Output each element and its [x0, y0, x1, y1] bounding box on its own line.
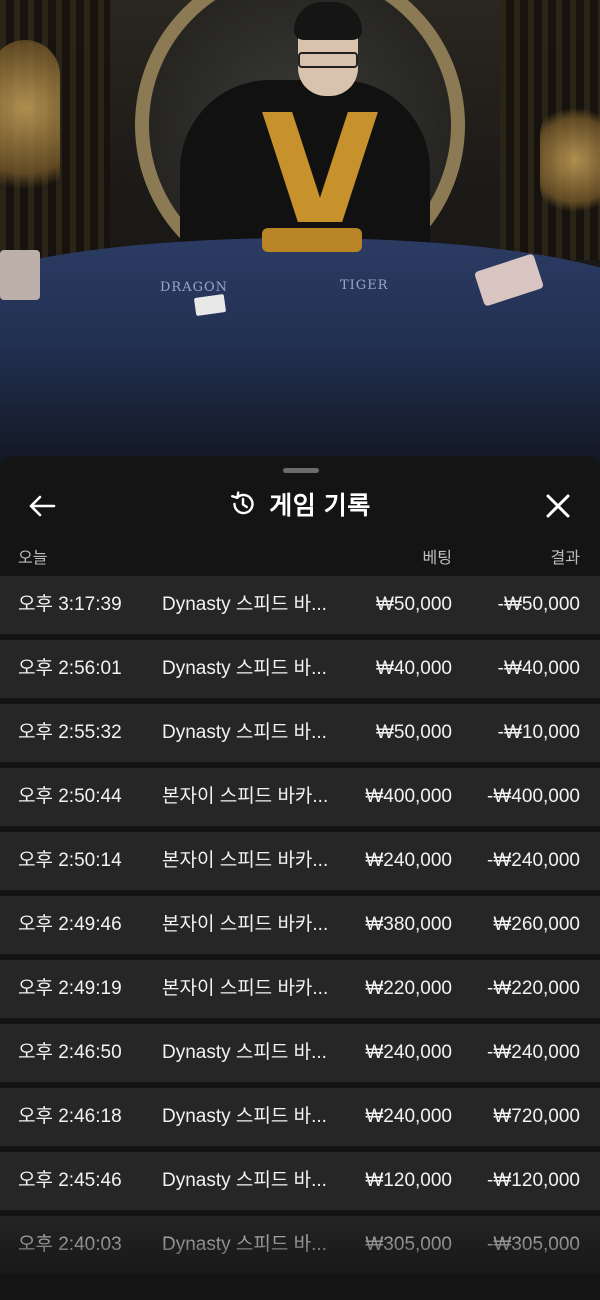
row-game: Dynasty 스피드 바...: [162, 1042, 327, 1063]
row-result: -₩10,000: [497, 722, 580, 743]
back-button[interactable]: [22, 488, 62, 524]
row-bet: ₩240,000: [365, 850, 452, 871]
row-time: 오후 3:17:39: [18, 594, 122, 615]
history-icon: [231, 491, 254, 515]
column-header-date: 오늘: [18, 550, 48, 567]
sheet-title: 게임 기록: [269, 492, 371, 520]
dealer-glasses: [298, 52, 358, 68]
row-bet: ₩240,000: [365, 1106, 452, 1127]
history-row[interactable]: 오후 2:56:01 Dynasty 스피드 바... ₩40,000 -₩40…: [0, 640, 600, 698]
history-row[interactable]: 오후 2:45:46 Dynasty 스피드 바... ₩120,000 -₩1…: [0, 1152, 600, 1210]
close-icon: [546, 494, 570, 518]
row-time: 오후 2:40:03: [18, 1234, 122, 1255]
gold-dragon-right: [540, 100, 600, 220]
row-result: ₩720,000: [493, 1106, 580, 1127]
row-game: 본자이 스피드 바카...: [162, 786, 329, 807]
row-game: 본자이 스피드 바카...: [162, 978, 329, 999]
row-bet: ₩50,000: [375, 594, 452, 615]
row-time: 오후 2:55:32: [18, 722, 122, 743]
column-headers: 오늘 베팅 결과: [0, 544, 600, 568]
row-result: -₩240,000: [487, 1042, 580, 1063]
row-bet: ₩40,000: [375, 658, 452, 679]
history-row[interactable]: 오후 2:50:44 본자이 스피드 바카... ₩400,000 -₩400,…: [0, 768, 600, 826]
row-bet: ₩50,000: [375, 722, 452, 743]
row-game: Dynasty 스피드 바...: [162, 1170, 327, 1191]
row-time: 오후 2:46:18: [18, 1106, 122, 1127]
history-row[interactable]: 오후 2:40:03 Dynasty 스피드 바... ₩305,000 -₩3…: [0, 1216, 600, 1274]
row-result: -₩40,000: [497, 658, 580, 679]
dealer-hair-top: [294, 2, 362, 40]
column-header-bet: 베팅: [422, 550, 452, 567]
sheet-drag-handle[interactable]: [283, 468, 319, 473]
row-bet: ₩220,000: [365, 978, 452, 999]
history-row[interactable]: 오후 2:49:46 본자이 스피드 바카... ₩380,000 ₩260,0…: [0, 896, 600, 954]
row-game: 본자이 스피드 바카...: [162, 850, 329, 871]
row-bet: ₩240,000: [365, 1042, 452, 1063]
row-game: Dynasty 스피드 바...: [162, 658, 327, 679]
row-game: Dynasty 스피드 바...: [162, 594, 327, 615]
row-time: 오후 2:46:50: [18, 1042, 122, 1063]
history-row[interactable]: 오후 3:17:39 Dynasty 스피드 바... ₩50,000 -₩50…: [0, 576, 600, 634]
row-result: -₩305,000: [487, 1234, 580, 1255]
game-history-sheet: 게임 기록 오늘 베팅 결과 오후 3:17:39 Dynasty 스피드 바.…: [0, 456, 600, 1300]
card-shoe-left: [0, 250, 40, 300]
row-bet: ₩380,000: [365, 914, 452, 935]
sheet-header: 게임 기록: [0, 478, 600, 530]
table-label-tiger: TIGER: [340, 278, 389, 293]
history-row[interactable]: 오후 2:46:50 Dynasty 스피드 바... ₩240,000 -₩2…: [0, 1024, 600, 1082]
row-time: 오후 2:49:46: [18, 914, 122, 935]
row-bet: ₩120,000: [365, 1170, 452, 1191]
row-game: Dynasty 스피드 바...: [162, 1106, 327, 1127]
close-button[interactable]: [538, 486, 578, 526]
history-row[interactable]: 오후 2:49:19 본자이 스피드 바카... ₩220,000 -₩220,…: [0, 960, 600, 1018]
live-video-feed: DRAGON TIGER: [0, 0, 600, 470]
arrow-left-icon: [29, 495, 56, 517]
sheet-title-group: 게임 기록: [229, 486, 370, 522]
row-game: Dynasty 스피드 바...: [162, 1234, 327, 1255]
row-time: 오후 2:56:01: [18, 658, 122, 679]
dealer-sash: [262, 228, 362, 252]
gold-dragon-left: [0, 40, 60, 210]
row-result: -₩240,000: [487, 850, 580, 871]
column-header-result: 결과: [550, 550, 580, 567]
row-time: 오후 2:50:14: [18, 850, 122, 871]
history-row[interactable]: 오후 2:46:18 Dynasty 스피드 바... ₩240,000 ₩72…: [0, 1088, 600, 1146]
row-result: ₩260,000: [493, 914, 580, 935]
row-game: Dynasty 스피드 바...: [162, 722, 327, 743]
row-bet: ₩305,000: [365, 1234, 452, 1255]
row-time: 오후 2:45:46: [18, 1170, 122, 1191]
row-bet: ₩400,000: [365, 786, 452, 807]
row-game: 본자이 스피드 바카...: [162, 914, 329, 935]
table-label-dragon: DRAGON: [160, 280, 229, 295]
row-result: -₩50,000: [497, 594, 580, 615]
row-result: -₩400,000: [487, 786, 580, 807]
row-result: -₩120,000: [487, 1170, 580, 1191]
history-row[interactable]: 오후 2:55:32 Dynasty 스피드 바... ₩50,000 -₩10…: [0, 704, 600, 762]
history-row[interactable]: 오후 2:50:14 본자이 스피드 바카... ₩240,000 -₩240,…: [0, 832, 600, 890]
row-result: -₩220,000: [487, 978, 580, 999]
row-time: 오후 2:49:19: [18, 978, 122, 999]
row-time: 오후 2:50:44: [18, 786, 122, 807]
